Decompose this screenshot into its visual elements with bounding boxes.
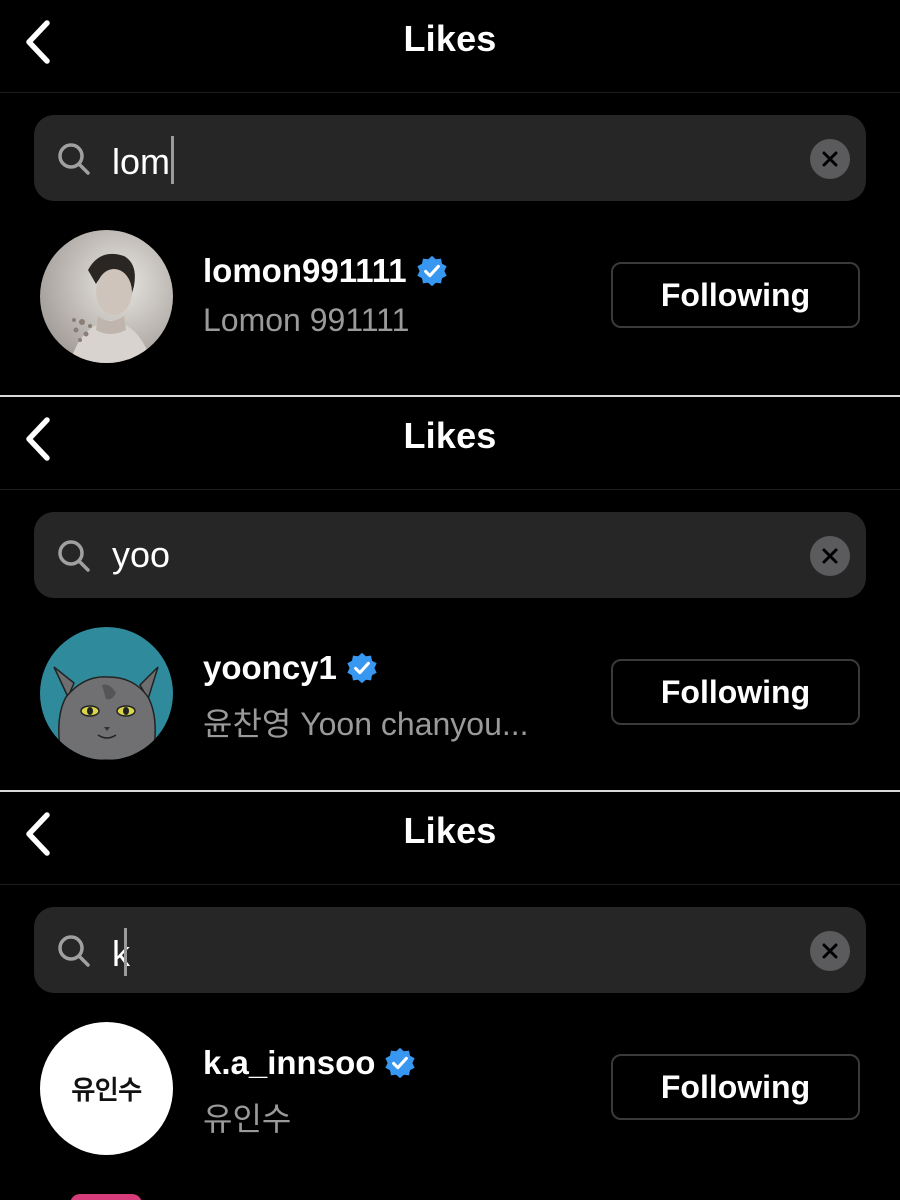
following-button[interactable]: Following [611,262,860,328]
clear-search-button[interactable] [810,931,850,971]
page-title: Likes [403,810,497,851]
avatar[interactable]: 유인수 [40,1022,173,1155]
full-name: 유인수 [203,1101,292,1137]
nav-bar: Likes [0,0,900,93]
following-button[interactable]: Following [611,659,860,725]
user-result-row[interactable]: 유인수 k.a_innsoo 유인수 Following [0,1002,900,1172]
page-title: Likes [403,18,497,59]
search-icon [58,935,90,967]
username[interactable]: lomon991111 [203,252,407,290]
username-line: k.a_innsoo [203,1044,417,1082]
username[interactable]: yooncy1 [203,649,337,687]
search-input[interactable]: yoo [112,533,170,577]
clear-x-icon [822,943,838,959]
clear-search-button[interactable] [810,536,850,576]
search-input[interactable]: lom [112,136,175,184]
user-result-row[interactable]: yooncy1 윤찬영 Yoon chanyou... Following [0,607,900,777]
avatar[interactable] [40,230,173,363]
screenshot-panel-3: Likes k 유인수 k.a_innsoo 유인수 Following [0,792,900,1200]
text-cursor [171,136,175,184]
search-query: k [112,933,130,974]
cat-illustration [40,627,173,760]
following-button[interactable]: Following [611,1054,860,1120]
nav-bar: Likes [0,792,900,885]
search-icon [58,143,90,175]
username-line: yooncy1 [203,649,379,687]
search-icon [58,540,90,572]
clear-x-icon [822,151,838,167]
screenshot-panel-1: Likes lom lomon991111 Lomon 991111 Follo… [0,0,900,396]
username[interactable]: k.a_innsoo [203,1044,375,1082]
search-input[interactable]: k [112,928,130,976]
screenshot-panel-2: Likes yoo yooncy1 윤찬영 Yoon chanyou... Fo… [0,397,900,791]
next-avatar-peek [70,1194,142,1200]
avatar[interactable] [40,627,173,760]
page-title: Likes [403,415,497,456]
avatar-text: 유인수 [71,1075,142,1105]
clear-x-icon [822,548,838,564]
user-result-row[interactable]: lomon991111 Lomon 991111 Following [0,210,900,380]
search-query: lom [112,141,171,182]
search-query: yoo [112,534,171,575]
profile-photo [40,230,173,363]
verified-badge-icon [347,652,377,684]
text-cursor [124,928,127,976]
search-bar[interactable] [34,907,866,993]
username-line: lomon991111 [203,252,449,290]
full-name: 윤찬영 Yoon chanyou... [203,706,529,742]
clear-search-button[interactable] [810,139,850,179]
verified-badge-icon [417,255,447,287]
full-name: Lomon 991111 [203,302,410,338]
verified-badge-icon [385,1047,416,1079]
nav-bar: Likes [0,397,900,490]
